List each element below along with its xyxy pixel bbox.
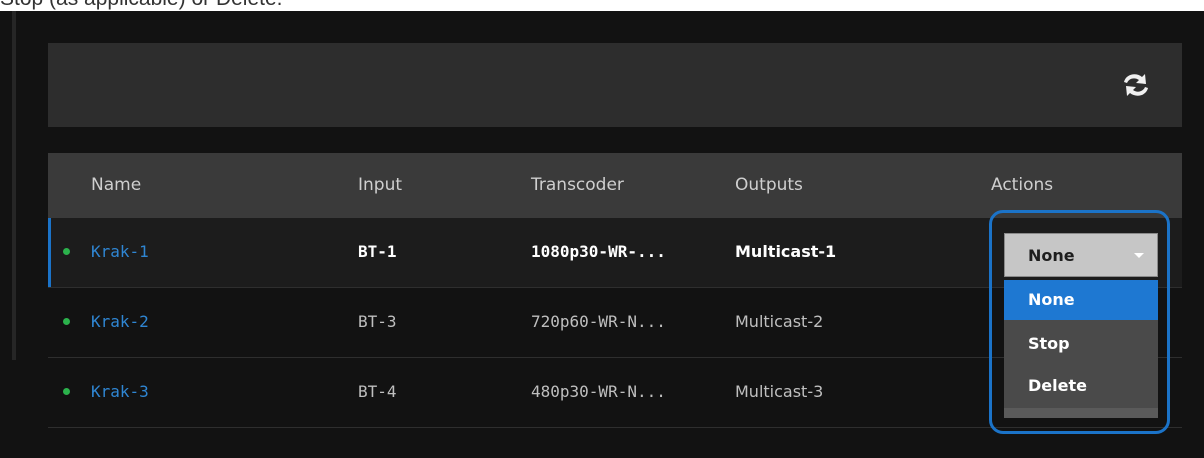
header-transcoder[interactable]: Transcoder — [531, 153, 624, 218]
caption-text: Stop (as applicable) or Delete. — [0, 0, 283, 11]
stream-name-link[interactable]: Krak-1 — [91, 242, 149, 261]
outputs-cell: Multicast-2 — [735, 312, 824, 331]
stream-name-link[interactable]: Krak-2 — [91, 312, 149, 331]
menu-item-stop[interactable]: Stop — [1004, 324, 1158, 364]
status-online-icon — [63, 388, 70, 395]
status-online-icon — [63, 318, 70, 325]
caret-down-icon — [1134, 253, 1144, 258]
input-cell: BT-1 — [358, 242, 397, 261]
refresh-icon — [1124, 74, 1148, 96]
transcoder-cell: 720p60-WR-N... — [531, 312, 666, 331]
header-outputs[interactable]: Outputs — [735, 153, 803, 218]
actions-select-value: None — [1028, 246, 1075, 265]
menu-scroll-edge — [1004, 408, 1158, 418]
transcoder-cell: 1080p30-WR-... — [531, 242, 666, 261]
stream-name-link[interactable]: Krak-3 — [91, 382, 149, 401]
menu-item-none[interactable]: None — [1004, 280, 1158, 320]
actions-select[interactable]: None — [1004, 233, 1158, 277]
outputs-cell: Multicast-1 — [735, 242, 837, 261]
outputs-cell: Multicast-3 — [735, 382, 824, 401]
table-header: Name Input Transcoder Outputs Actions — [48, 153, 1182, 218]
input-cell: BT-3 — [358, 312, 397, 331]
selection-indicator — [48, 218, 51, 287]
toolbar — [48, 43, 1182, 127]
header-name[interactable]: Name — [91, 153, 141, 218]
input-cell: BT-4 — [358, 382, 397, 401]
actions-menu: None Stop Delete — [1004, 280, 1158, 416]
status-online-icon — [63, 248, 70, 255]
menu-item-delete[interactable]: Delete — [1004, 366, 1158, 406]
left-border — [12, 11, 16, 360]
header-actions: Actions — [991, 175, 1054, 195]
header-input[interactable]: Input — [358, 153, 402, 218]
refresh-button[interactable] — [1116, 65, 1156, 105]
transcoder-cell: 480p30-WR-N... — [531, 382, 666, 401]
